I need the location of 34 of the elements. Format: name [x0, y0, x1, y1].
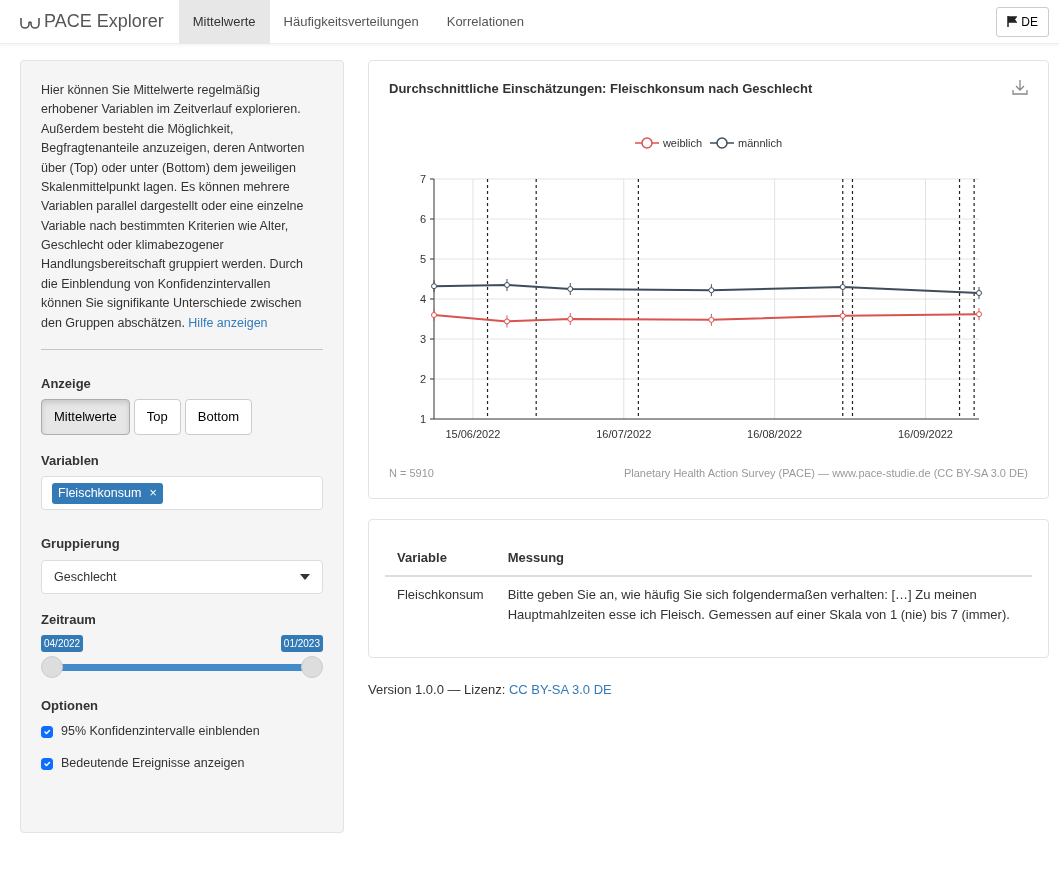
section-label: Optionen: [41, 697, 100, 716]
intro-text: Hier können Sie Mittelwerte regelmäßig erhobener Variablen im Zeitverlauf explorieren. Außerdem besteht die Möglichkeit, Begfragtenanteile anzuzeigen, deren Antworten über (Top) oder unter (Bottom) dem jeweiligen Skalenmittelpunkt lagen. Es können mehrere Variablen parallel dargestellt oder eine einzelne Variable nach bestimmten Kriterien wie Alter, Geschlecht oder klimabezogener Handlungsbereitschaft gruppiert werden. Durch die Einblendung von Konfidenzintervallen können Sie signifikante Unterschiede zwischen den Gruppen abschätzen. Hilfe anzeigen: [41, 82, 306, 332]
table-cell: Fleischkonsum: [385, 576, 496, 634]
legend-label: männlich: [738, 135, 783, 151]
x-tick-label: 16/09/2022: [897, 428, 953, 440]
legend-label: weiblich: [662, 135, 703, 151]
section-label: Variablen: [41, 451, 100, 470]
section-label: Zeitraum: [41, 610, 97, 629]
column-header: Messung: [495, 539, 1032, 576]
y-tick-label: 4: [419, 293, 426, 305]
y-tick-label: 2: [419, 373, 426, 385]
source-note: Planetary Health Action Survey (PACE) — www.pace-studie.de (CC BY-SA 3.0 DE): [623, 466, 1028, 481]
footer-text: Version 1.0.0 — Lizenz: CC BY-SA 3.0 DE: [368, 681, 613, 700]
y-tick-label: 7: [419, 173, 426, 185]
range-label: 01/2023: [280, 635, 323, 653]
chart-title: Durchschnittliche Einschätzungen: Fleischkonsum nach Geschlecht: [389, 80, 813, 98]
sample-size: N = 5910: [389, 466, 434, 481]
section-label: Gruppierung: [41, 535, 121, 554]
column-header: Variable: [385, 539, 496, 576]
y-tick-label: 6: [419, 213, 426, 225]
table-cell: Bitte geben Sie an, wie häufig Sie sich folgendermaßen verhalten: […] Zu meinen Hauptmahlzeiten esse ich Fleisch. Gemessen auf einer Skala von 1 (nie) bis 7 (immer).: [495, 576, 1032, 634]
x-tick-label: 16/07/2022: [596, 428, 652, 440]
checkbox-label: Bedeutende Ereignisse anzeigen: [61, 754, 245, 772]
brand-title: PACE Explorer: [44, 10, 164, 33]
y-tick-label: 3: [419, 333, 426, 345]
checkbox-label: 95% Konfidenzintervalle einblenden: [61, 722, 260, 740]
range-label: 04/2022: [41, 635, 84, 653]
x-tick-label: 15/06/2022: [445, 428, 501, 440]
tag-label: Fleischkonsum: [58, 485, 142, 502]
y-tick-label: 5: [419, 253, 426, 265]
select-value: Geschlecht: [54, 568, 117, 586]
y-tick-label: 1: [419, 413, 426, 425]
x-tick-label: 16/08/2022: [747, 428, 803, 440]
section-label: Anzeige: [41, 374, 92, 393]
